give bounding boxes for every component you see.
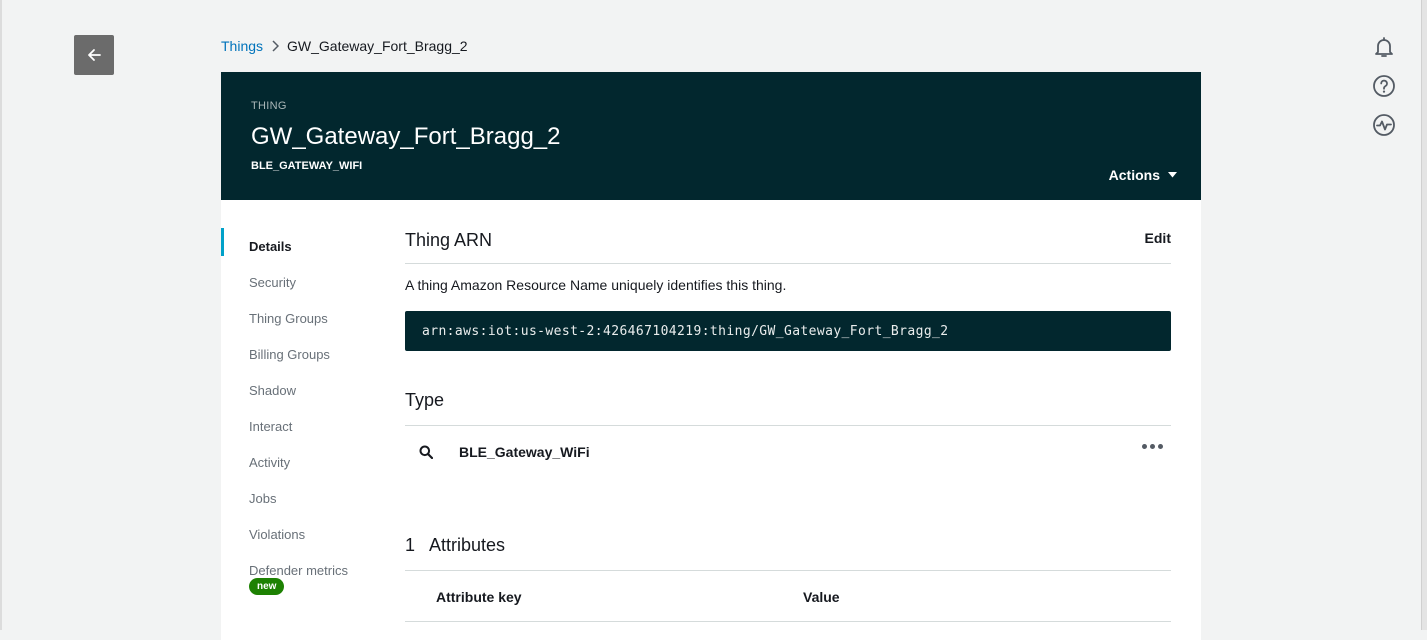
breadcrumb-current: GW_Gateway_Fort_Bragg_2 [287, 38, 468, 54]
type-section-title: Type [405, 390, 445, 410]
question-circle-icon[interactable] [1371, 73, 1397, 99]
edit-button[interactable]: Edit [1145, 230, 1171, 246]
attributes-count: 1 [405, 535, 416, 555]
arrow-left-icon [88, 49, 101, 61]
utility-icons [1371, 34, 1397, 138]
pulse-icon[interactable] [1371, 112, 1397, 138]
nav-item-security[interactable]: Security [221, 264, 381, 300]
nav-item-billing-groups[interactable]: Billing Groups [221, 336, 381, 372]
thing-type-label: BLE_GATEWAY_WIFI [251, 160, 363, 172]
attributes-table-header: Attribute key Value [405, 585, 1171, 622]
nav-item-interact[interactable]: Interact [221, 408, 381, 444]
arn-description: A thing Amazon Resource Name uniquely id… [405, 277, 787, 293]
ellipsis-icon[interactable] [1142, 444, 1163, 449]
nav-item-thing-groups[interactable]: Thing Groups [221, 300, 381, 336]
window-scrollbar[interactable] [1421, 0, 1427, 630]
window-left-edge [0, 0, 2, 630]
nav-item-shadow[interactable]: Shadow [221, 372, 381, 408]
back-button[interactable] [74, 35, 114, 75]
thing-type-link[interactable]: BLE_Gateway_WiFi [459, 444, 590, 460]
breadcrumb: Things GW_Gateway_Fort_Bragg_2 [221, 38, 468, 54]
search-icon[interactable] [419, 445, 435, 459]
arn-section-title: Thing ARN [405, 230, 493, 250]
type-section-header: Type [405, 390, 1171, 426]
nav-item-jobs[interactable]: Jobs [221, 480, 381, 516]
resource-kind-label: THING [251, 100, 287, 112]
attributes-section-header: 1 Attributes [405, 535, 1171, 571]
column-header-attribute-key: Attribute key [436, 589, 522, 605]
arn-section-header: Thing ARN Edit [405, 230, 1171, 264]
bell-icon[interactable] [1371, 34, 1397, 60]
nav-item-violations[interactable]: Violations [221, 516, 381, 552]
nav-item-defender-metrics[interactable]: Defender metrics [221, 552, 381, 588]
actions-dropdown[interactable]: Actions [1109, 167, 1177, 183]
thing-header: THING GW_Gateway_Fort_Bragg_2 BLE_GATEWA… [221, 72, 1201, 200]
actions-label: Actions [1108, 167, 1160, 183]
attributes-section-title: Attributes [429, 535, 506, 555]
type-row: BLE_Gateway_WiFi [405, 438, 1171, 466]
column-header-value: Value [803, 589, 840, 605]
details-panel: Details Security Thing Groups Billing Gr… [221, 200, 1201, 640]
arn-value[interactable]: arn:aws:iot:us-west-2:426467104219:thing… [405, 311, 1171, 351]
breadcrumb-things-link[interactable]: Things [221, 38, 263, 54]
side-nav: Details Security Thing Groups Billing Gr… [221, 228, 381, 588]
nav-item-activity[interactable]: Activity [221, 444, 381, 480]
chevron-right-icon [271, 40, 280, 52]
nav-item-details[interactable]: Details [221, 228, 381, 264]
page-title: GW_Gateway_Fort_Bragg_2 [251, 123, 561, 150]
caret-down-icon [1168, 172, 1177, 178]
new-badge: new [249, 578, 285, 595]
